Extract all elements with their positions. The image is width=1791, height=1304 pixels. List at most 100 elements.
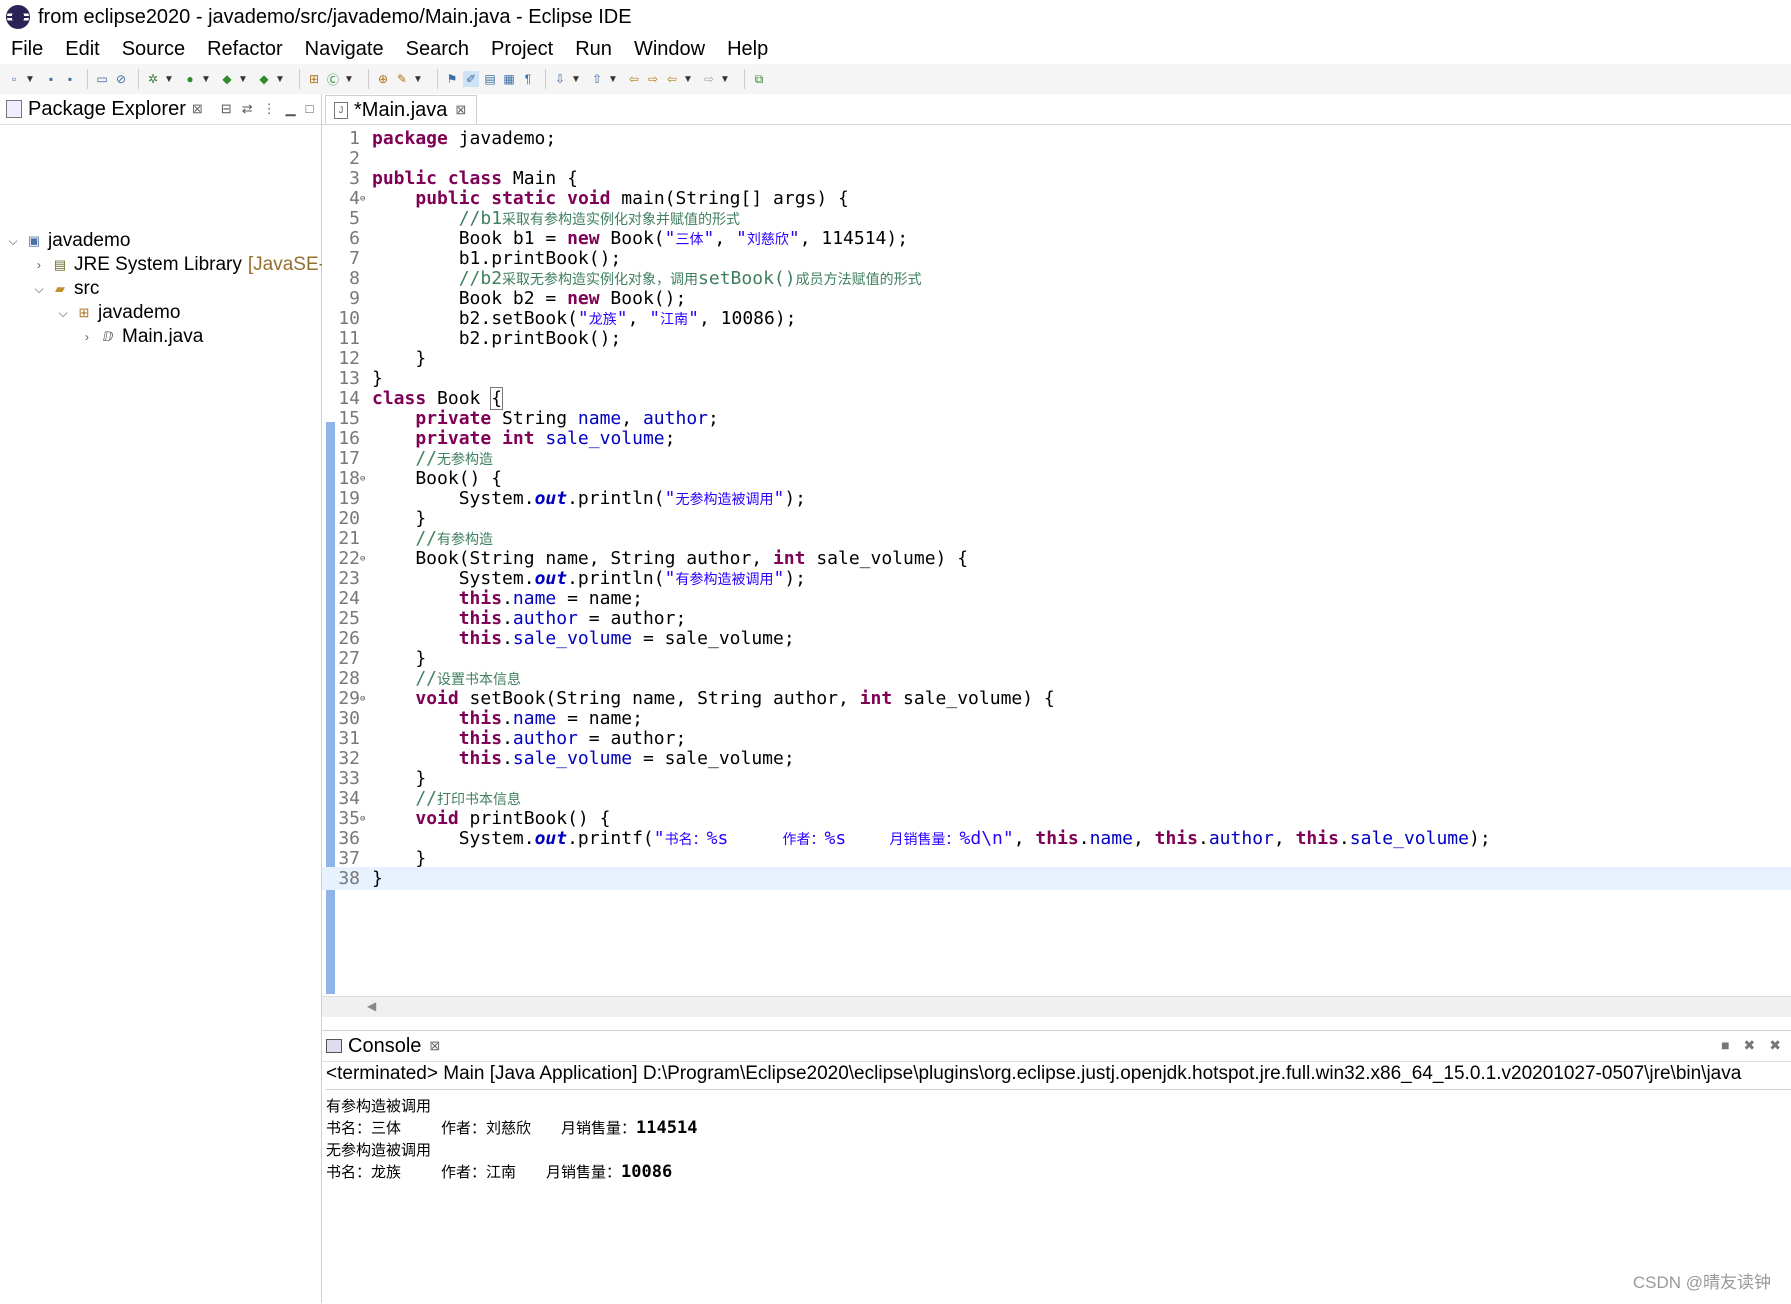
output-author: 作者：江南 xyxy=(441,1163,517,1181)
menu-bar: File Edit Source Refactor Navigate Searc… xyxy=(0,34,1791,64)
console-tools: ■ ✖ ✖ xyxy=(1721,1037,1781,1054)
save-all-icon[interactable]: ▪ xyxy=(62,71,78,87)
next-annotation-dropdown-icon[interactable]: ▼ xyxy=(571,74,581,85)
java-file-icon: J xyxy=(334,101,348,119)
new-class-dropdown-icon[interactable]: ▼ xyxy=(344,74,354,85)
tab-console[interactable]: Console ⊠ xyxy=(322,1035,440,1058)
menu-edit[interactable]: Edit xyxy=(65,38,99,61)
chevron-right-icon[interactable]: › xyxy=(80,330,94,344)
menu-source[interactable]: Source xyxy=(122,38,185,61)
fold-icon[interactable]: ⊖ xyxy=(360,474,370,484)
menu-run[interactable]: Run xyxy=(575,38,612,61)
fold-icon[interactable]: ⊖ xyxy=(360,194,370,204)
last-edit-location-icon[interactable]: ⇦ xyxy=(626,71,642,87)
debug-dropdown-icon[interactable]: ▼ xyxy=(164,74,174,85)
open-type-icon[interactable]: ⊕ xyxy=(375,71,391,87)
back-icon[interactable]: ⇨ xyxy=(645,71,661,87)
tree-item-project[interactable]: ⌵ ▣ javademo xyxy=(6,228,130,254)
search-dropdown-icon[interactable]: ▼ xyxy=(413,74,423,85)
minimize-icon[interactable]: ▁ xyxy=(286,101,296,117)
editor-tab-label: *Main.java xyxy=(354,98,448,121)
remove-launch-icon[interactable]: ✖ xyxy=(1744,1037,1756,1054)
close-icon[interactable]: ⊠ xyxy=(429,1038,440,1054)
forward-arrow-icon[interactable]: ⇨ xyxy=(701,71,717,87)
block-selection-icon[interactable]: ▤ xyxy=(482,71,498,87)
library-icon: ▤ xyxy=(53,257,67,272)
scroll-left-icon[interactable]: ◀ xyxy=(367,999,376,1013)
menu-refactor[interactable]: Refactor xyxy=(207,38,283,61)
tree-item-package[interactable]: ⌵ ⊞ javademo xyxy=(56,300,180,326)
output-sales-value: 114514 xyxy=(636,1118,698,1138)
toolbar-separator xyxy=(87,69,88,89)
menu-help[interactable]: Help xyxy=(727,38,768,61)
new-java-class-icon[interactable]: Ⓒ xyxy=(325,71,341,87)
toggle-breadcrumb-icon[interactable]: ⚑ xyxy=(444,71,460,87)
close-icon[interactable]: ⊠ xyxy=(192,101,203,117)
menu-search[interactable]: Search xyxy=(406,38,469,61)
back-arrow-icon[interactable]: ⇦ xyxy=(664,71,680,87)
close-icon[interactable]: ⊠ xyxy=(455,102,466,118)
package-explorer-tabbar: Package Explorer ⊠ ⊟ ⇄ ⋮ ▁ □ xyxy=(0,94,321,125)
tab-package-explorer[interactable]: Package Explorer ⊠ xyxy=(0,98,203,121)
fold-icon[interactable]: ⊖ xyxy=(360,694,370,704)
chevron-down-icon[interactable]: ⌵ xyxy=(32,282,46,297)
coverage-dropdown-icon[interactable]: ▼ xyxy=(238,74,248,85)
previous-annotation-dropdown-icon[interactable]: ▼ xyxy=(608,74,618,85)
toolbar-separator xyxy=(138,69,139,89)
package-explorer-icon xyxy=(6,100,22,118)
menu-project[interactable]: Project xyxy=(491,38,553,61)
terminate-icon[interactable]: ■ xyxy=(1721,1037,1729,1054)
skip-breakpoints-icon[interactable]: ⊘ xyxy=(113,71,129,87)
remove-all-terminated-icon[interactable]: ✖ xyxy=(1769,1037,1781,1054)
explorer-view-tools: ⊟ ⇄ ⋮ ▁ □ xyxy=(221,101,314,117)
word-wrap-icon[interactable]: ▦ xyxy=(501,71,517,87)
run-icon[interactable]: ● xyxy=(182,71,198,87)
toolbar-separator xyxy=(744,69,745,89)
output-book-title: 书名：龙族 xyxy=(326,1163,402,1181)
external-tools-dropdown-icon[interactable]: ▼ xyxy=(275,74,285,85)
new-icon[interactable]: ▫ xyxy=(6,71,22,87)
run-dropdown-icon[interactable]: ▼ xyxy=(201,74,211,85)
debug-icon[interactable]: ✲ xyxy=(145,71,161,87)
terminal-icon[interactable]: ▭ xyxy=(94,71,110,87)
mark-occurrences-icon[interactable]: ✐ xyxy=(463,71,479,87)
tab-main-java[interactable]: J *Main.java ⊠ xyxy=(325,95,478,124)
console-process-description: <terminated> Main [Java Application] D:\… xyxy=(326,1063,1791,1090)
menu-file[interactable]: File xyxy=(11,38,43,61)
back-dropdown-icon[interactable]: ▼ xyxy=(683,74,693,85)
external-tools-icon[interactable]: ◆ xyxy=(256,71,272,87)
toolbar-separator xyxy=(368,69,369,89)
open-perspective-icon[interactable]: ⧉ xyxy=(751,71,767,87)
new-java-package-icon[interactable]: ⊞ xyxy=(306,71,322,87)
watermark: CSDN @晴友读钟 xyxy=(1632,1273,1771,1292)
chevron-right-icon[interactable]: › xyxy=(32,258,46,272)
console-output-line: 书名：龙族 作者：江南 月销售量：10086 xyxy=(326,1161,672,1182)
next-annotation-icon[interactable]: ⇩ xyxy=(552,71,568,87)
maximize-icon[interactable]: □ xyxy=(306,101,314,117)
fold-icon[interactable]: ⊖ xyxy=(360,814,370,824)
previous-annotation-icon[interactable]: ⇧ xyxy=(589,71,605,87)
search-icon[interactable]: ✎ xyxy=(394,71,410,87)
menu-navigate[interactable]: Navigate xyxy=(305,38,384,61)
collapse-all-icon[interactable]: ⊟ xyxy=(221,101,232,117)
package-explorer-view: Package Explorer ⊠ ⊟ ⇄ ⋮ ▁ □ ⌵ ▣ javadem… xyxy=(0,94,336,1303)
chevron-down-icon[interactable]: ⌵ xyxy=(56,306,70,321)
code-editor[interactable]: 1 package javademo; 2 3 public class Main … xyxy=(322,124,1791,994)
java-project-icon: ▣ xyxy=(27,233,41,248)
new-dropdown-icon[interactable]: ▼ xyxy=(25,74,35,85)
coverage-icon[interactable]: ◆ xyxy=(219,71,235,87)
editor-horizontal-scrollbar[interactable]: ◀ xyxy=(322,996,1791,1017)
tree-item-src[interactable]: ⌵ ▰ src xyxy=(32,276,99,302)
chevron-down-icon[interactable]: ⌵ xyxy=(6,234,20,249)
view-menu-icon[interactable]: ⋮ xyxy=(263,101,276,117)
menu-window[interactable]: Window xyxy=(634,38,705,61)
link-with-editor-icon[interactable]: ⇄ xyxy=(242,101,253,117)
tree-item-file[interactable]: › ⅅ Main.java xyxy=(80,324,203,350)
show-whitespace-icon[interactable]: ¶ xyxy=(520,71,536,87)
save-icon[interactable]: ▪ xyxy=(43,71,59,87)
package-icon: ⊞ xyxy=(78,305,90,320)
tree-item-jre[interactable]: › ▤ JRE System Library [JavaSE-1 xyxy=(32,252,336,278)
forward-dropdown-icon[interactable]: ▼ xyxy=(720,74,730,85)
console-output-line: 有参构造被调用 xyxy=(326,1097,432,1115)
fold-icon[interactable]: ⊖ xyxy=(360,554,370,564)
